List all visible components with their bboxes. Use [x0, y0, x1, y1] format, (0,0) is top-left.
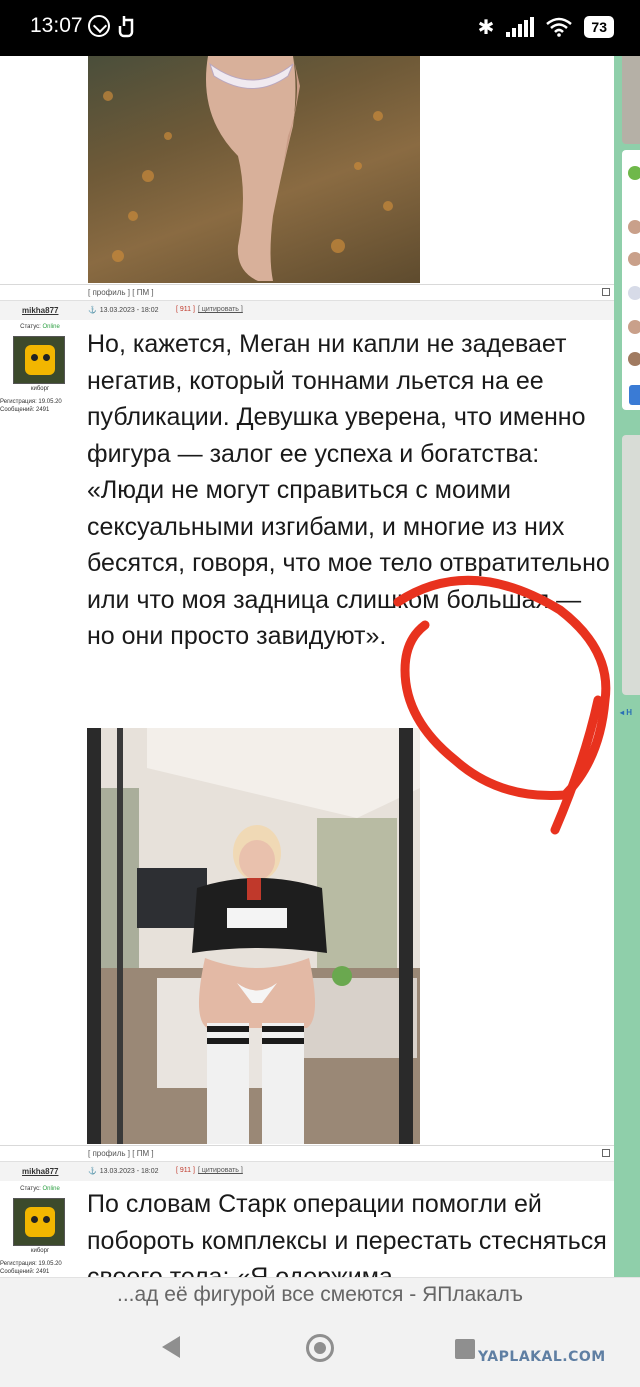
- report-icon[interactable]: [602, 1149, 610, 1157]
- post-footer: [ профиль ] [ ПМ ]: [0, 284, 614, 300]
- battery-icon: 73: [584, 16, 614, 38]
- user-info: Статус: Online киборг Регистрация: 19.05…: [0, 324, 80, 414]
- whatsapp-icon: [88, 15, 110, 37]
- user-rank: киборг: [30, 1248, 50, 1254]
- status-icons: ✱ 73: [478, 14, 614, 40]
- user-meta: Регистрация: 19.05.20 Сообщений: 2491: [0, 399, 62, 413]
- report-icon[interactable]: [602, 288, 610, 296]
- rail-avatar[interactable]: [628, 320, 640, 334]
- page-title: ...ад её фигурой все смеются - ЯПлакалъ: [117, 1283, 523, 1306]
- rail-avatar[interactable]: [628, 352, 640, 366]
- avatar[interactable]: [13, 1198, 65, 1246]
- post-number[interactable]: [ 911 ]: [176, 306, 195, 313]
- post-text: По словам Старк операции помогли ей побо…: [87, 1190, 607, 1277]
- post-author[interactable]: mikha877: [22, 1167, 58, 1176]
- user-info: Статус: Online киборг Регистрация: 19.05…: [0, 1186, 80, 1276]
- hand-icon: [118, 16, 134, 38]
- signal-icon: [506, 17, 535, 37]
- post-date[interactable]: 13.03.2023 - 18:02: [88, 306, 159, 314]
- post-image[interactable]: [87, 728, 420, 1144]
- profile-link[interactable]: [ профиль ]: [88, 288, 130, 297]
- rail-image[interactable]: [622, 56, 640, 144]
- post-header: mikha877 13.03.2023 - 18:02 [ 911 ] [ ци…: [0, 1161, 614, 1181]
- wifi-icon: [546, 17, 573, 37]
- quote-link[interactable]: [ цитировать ]: [198, 306, 243, 313]
- photo-forest-legs: [103, 56, 393, 281]
- site-watermark: YAPLAKAL.COM: [478, 1349, 606, 1365]
- post-image[interactable]: [88, 56, 420, 283]
- rail-avatar[interactable]: [628, 220, 640, 234]
- url-bar[interactable]: ...ад её фигурой все смеются - ЯПлакалъ: [0, 1277, 640, 1311]
- status-time: 13:07: [30, 14, 83, 37]
- user-meta: Регистрация: 19.05.20 Сообщений: 2491: [0, 1261, 62, 1275]
- navigation-bar: YAPLAKAL.COM: [0, 1311, 640, 1387]
- pm-link[interactable]: [ ПМ ]: [132, 288, 153, 297]
- recent-apps-icon[interactable]: [455, 1339, 475, 1359]
- post-text: Но, кажется, Меган ни капли не задевает …: [87, 330, 610, 650]
- user-status: Статус: Online: [20, 1186, 60, 1192]
- back-icon[interactable]: [162, 1336, 180, 1358]
- status-bar: 13:07 ✱ 73: [0, 0, 640, 56]
- user-status: Статус: Online: [20, 324, 60, 330]
- forum-thread: [ профиль ] [ ПМ ] mikha877 13.03.2023 -…: [0, 56, 614, 1277]
- profile-link[interactable]: [ профиль ]: [88, 1149, 130, 1158]
- post-number[interactable]: [ 911 ]: [176, 1167, 195, 1174]
- post-author[interactable]: mikha877: [22, 306, 58, 315]
- user-rank: киборг: [30, 386, 50, 392]
- photo-mirror-selfie: [87, 728, 420, 1144]
- home-icon[interactable]: [306, 1334, 334, 1362]
- quote-link[interactable]: [ цитировать ]: [198, 1167, 243, 1174]
- rail-panel[interactable]: [622, 150, 640, 410]
- post-header: mikha877 13.03.2023 - 18:02 [ 911 ] [ ци…: [0, 300, 614, 320]
- rail-button[interactable]: [629, 385, 640, 405]
- rail-avatar[interactable]: [628, 286, 640, 300]
- avatar[interactable]: [13, 336, 65, 384]
- bluetooth-icon: ✱: [477, 16, 495, 39]
- post-footer: [ профиль ] [ ПМ ]: [0, 1145, 614, 1161]
- rail-ad[interactable]: [622, 435, 640, 695]
- rail-link[interactable]: ◂ Н: [620, 708, 632, 717]
- rail-avatar[interactable]: [628, 252, 640, 266]
- pm-link[interactable]: [ ПМ ]: [132, 1149, 153, 1158]
- rail-avatar[interactable]: [628, 166, 640, 180]
- post-date[interactable]: 13.03.2023 - 18:02: [88, 1167, 159, 1175]
